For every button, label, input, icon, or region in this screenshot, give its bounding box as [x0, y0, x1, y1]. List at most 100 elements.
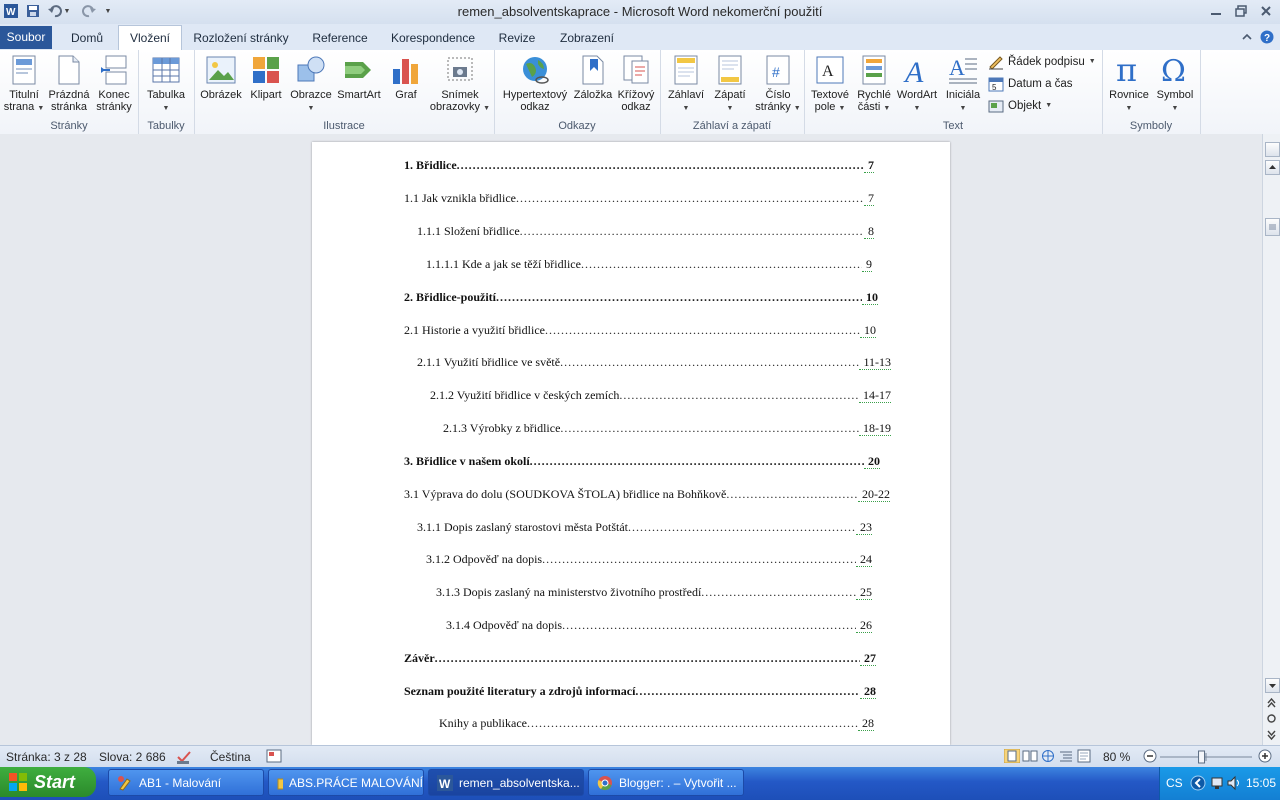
blank-page-button[interactable]: Prázdná stránka — [46, 54, 92, 113]
page-number-button[interactable]: # Číslo stránky ▼ — [754, 54, 802, 115]
scroll-up-icon[interactable] — [1265, 160, 1280, 175]
table-button[interactable]: Tabulka ▼ — [142, 54, 190, 115]
toc-entry[interactable]: 1.1.1.1 Kde a jak se těží břidlice9 — [426, 256, 872, 272]
tab-home[interactable]: Domů — [62, 27, 112, 49]
toc-entry[interactable]: 2.1.2 Využití břidlice v českých zemích1… — [430, 387, 891, 403]
volume-icon[interactable] — [1226, 775, 1242, 791]
toc-entry[interactable]: 3.1 Výprava do dolu (SOUDKOVA ŠTOLA) bři… — [404, 486, 890, 502]
minimize-ribbon-icon[interactable] — [1236, 29, 1258, 45]
clipart-button[interactable]: Klipart — [246, 54, 286, 101]
toc-entry[interactable]: 2. Břidlice-použití10 — [404, 289, 878, 305]
zoom-in-icon[interactable] — [1258, 749, 1272, 765]
start-button[interactable]: Start — [0, 767, 96, 797]
outline-view-icon[interactable] — [1058, 749, 1074, 765]
drop-cap-button[interactable]: A Iniciála ▼ — [940, 54, 986, 115]
footer-button[interactable]: Zápatí ▼ — [708, 54, 752, 115]
toc-entry[interactable]: Knihy a publikace28 — [439, 715, 874, 731]
quick-parts-button[interactable]: Rychlé části ▼ — [854, 54, 894, 115]
text-box-button[interactable]: A Textové pole ▼ — [806, 54, 854, 115]
equation-button[interactable]: π Rovnice ▼ — [1106, 54, 1152, 115]
wordart-button[interactable]: A WordArt ▼ — [894, 54, 940, 115]
tab-references[interactable]: Reference — [306, 27, 374, 49]
smartart-button[interactable]: SmartArt — [334, 54, 384, 101]
toc-entry[interactable]: 1.1.1 Složení břidlice8 — [417, 223, 874, 239]
screenshot-button[interactable]: Snímek obrazovky ▼ — [428, 54, 492, 115]
web-layout-icon[interactable] — [1040, 749, 1056, 765]
system-tray: CS 15:05 — [1159, 767, 1280, 800]
page-indicator[interactable]: Stránka: 3 z 28 — [6, 749, 87, 765]
toc-entry[interactable]: 1.1 Jak vznikla břidlice7 — [404, 190, 874, 206]
group-label-illustrations: Ilustrace — [323, 120, 365, 132]
zoom-slider-thumb[interactable] — [1198, 750, 1206, 764]
close-icon[interactable] — [1255, 3, 1277, 19]
tab-mailings[interactable]: Korespondence — [386, 27, 480, 49]
next-page-icon[interactable] — [1265, 728, 1278, 741]
network-icon[interactable] — [1210, 775, 1226, 791]
zoom-level[interactable]: 80 % — [1103, 749, 1130, 765]
toc-entry[interactable]: Seznam použité literatury a zdrojů infor… — [404, 683, 876, 699]
input-language[interactable]: CS — [1166, 776, 1183, 790]
symbol-button[interactable]: Ω Symbol ▼ — [1152, 54, 1198, 115]
toc-entry[interactable]: Závěr27 — [404, 650, 876, 666]
zoom-out-icon[interactable] — [1143, 749, 1157, 765]
toc-entry[interactable]: 3.1.4 Odpověď na dopis26 — [446, 617, 872, 633]
toc-entry[interactable]: 1. Břidlice7 — [404, 157, 874, 173]
tray-back-icon[interactable] — [1190, 775, 1206, 791]
cross-reference-button[interactable]: Křížový odkaz — [614, 54, 658, 113]
taskbar-item-word[interactable]: W remen_absolventska... — [428, 769, 584, 796]
word-count[interactable]: Slova: 2 686 — [99, 749, 166, 765]
proofing-icon[interactable] — [176, 749, 194, 765]
tab-review[interactable]: Revize — [492, 27, 542, 49]
maximize-icon[interactable] — [1230, 3, 1252, 19]
previous-page-icon[interactable] — [1265, 696, 1278, 709]
chart-button[interactable]: Graf — [386, 54, 426, 101]
zoom-slider[interactable] — [1160, 749, 1252, 765]
print-layout-view-icon[interactable] — [1004, 749, 1020, 765]
page-break-button[interactable]: Konec stránky — [92, 54, 136, 113]
toc-entry[interactable]: 3.1.1 Dopis zaslaný starostovi města Pot… — [417, 519, 872, 535]
macro-recording-icon[interactable] — [266, 749, 282, 765]
picture-button[interactable]: Obrázek — [198, 54, 244, 101]
svg-text:A: A — [949, 55, 965, 80]
date-time-button[interactable]: 5 Datum a čas — [988, 74, 1073, 94]
shapes-button[interactable]: Obrazce ▼ — [288, 54, 334, 115]
document-page[interactable]: 1. Břidlice7 1.1 Jak vznikla břidlice7 1… — [312, 142, 950, 745]
tab-insert[interactable]: Vložení — [118, 25, 182, 51]
globe-icon — [519, 54, 551, 86]
toc-entry[interactable]: 2.1.3 Výrobky z břidlice18-19 — [443, 420, 891, 436]
minimize-icon[interactable] — [1205, 3, 1227, 19]
tab-page-layout[interactable]: Rozložení stránky — [188, 27, 294, 49]
full-screen-reading-icon[interactable] — [1022, 749, 1038, 765]
tab-view[interactable]: Zobrazení — [554, 27, 620, 49]
toc-entry[interactable]: 3.1.3 Dopis zaslaný na ministerstvo živo… — [436, 584, 872, 600]
cover-page-button[interactable]: Titulní strana ▼ — [2, 54, 46, 115]
toc-entry[interactable]: 3.1.2 Odpověď na dopis24 — [426, 551, 872, 567]
vertical-scrollbar[interactable] — [1262, 134, 1280, 745]
bookmark-button[interactable]: Záložka — [572, 54, 614, 101]
toc-entry[interactable]: 3. Břidlice v našem okolí20 — [404, 453, 880, 469]
ruler-toggle-icon[interactable] — [1265, 142, 1280, 157]
clock[interactable]: 15:05 — [1246, 776, 1276, 790]
folder-icon — [277, 778, 283, 789]
tab-file[interactable]: Soubor — [0, 26, 52, 49]
header-button[interactable]: Záhlaví ▼ — [664, 54, 708, 115]
group-links: Hypertextový odkaz Záložka Křížový odkaz… — [494, 50, 661, 134]
scroll-thumb[interactable] — [1265, 218, 1280, 236]
browse-object-icon[interactable] — [1265, 712, 1278, 725]
object-button[interactable]: Objekt ▼ — [988, 96, 1052, 116]
draft-view-icon[interactable] — [1076, 749, 1092, 765]
scroll-down-icon[interactable] — [1265, 678, 1280, 693]
toc-entry[interactable]: 2.1 Historie a využití břidlice10 — [404, 322, 876, 338]
signature-line-button[interactable]: Řádek podpisu ▼ — [988, 52, 1096, 72]
svg-text:A: A — [903, 56, 924, 85]
toc-entry[interactable]: 2.1.1 Využití břidlice ve světě11-13 — [417, 354, 891, 370]
help-icon[interactable]: ? — [1256, 29, 1278, 45]
taskbar-item-chrome[interactable]: Blogger: . – Vytvořit ... — [588, 769, 744, 796]
language-indicator[interactable]: Čeština — [210, 749, 251, 765]
taskbar-item-folder[interactable]: ABS.PRÁCE MALOVÁNÍ — [268, 769, 424, 796]
page-break-icon — [98, 54, 130, 86]
hyperlink-button[interactable]: Hypertextový odkaz — [498, 54, 572, 113]
svg-text:π: π — [1116, 55, 1137, 85]
group-label-text: Text — [942, 120, 964, 132]
taskbar-item-paint-1[interactable]: AB1 - Malování — [108, 769, 264, 796]
